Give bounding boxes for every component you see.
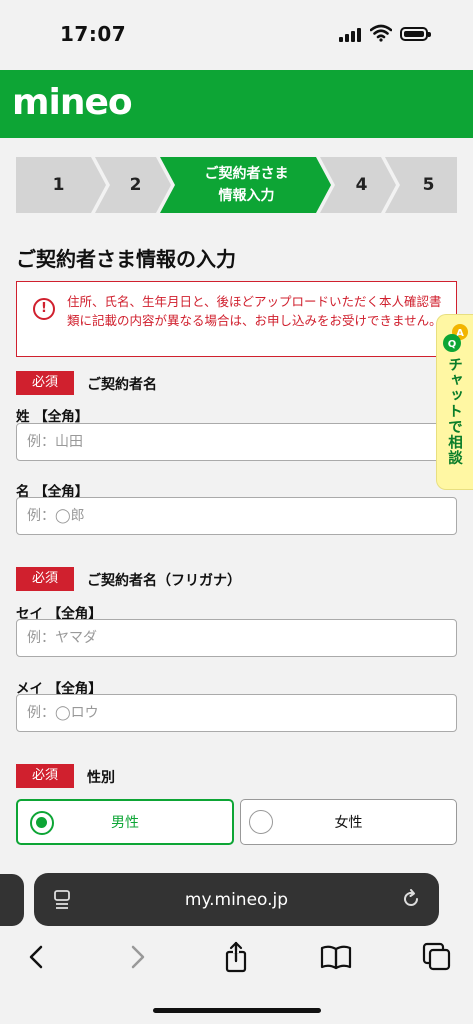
- gender-male-radio[interactable]: 男性: [16, 799, 234, 845]
- svg-text:Q: Q: [448, 339, 457, 350]
- gender-female-radio[interactable]: 女性: [240, 799, 457, 845]
- address-bar[interactable]: my.mineo.jp: [34, 873, 439, 926]
- step-3-line1: ご契約者さま: [204, 166, 289, 182]
- page-title: ご契約者さま情報の入力: [16, 247, 236, 271]
- alert-text: 住所、氏名、生年月日と、後ほどアップロードいただく本人確認書類に記載の内容が異な…: [67, 294, 442, 328]
- wifi-icon: [370, 24, 392, 42]
- qa-chat-icon: A Q: [443, 324, 468, 352]
- step-1: 1: [52, 175, 65, 195]
- progress-steps: 1 2 ご契約者さま 情報入力 4 5: [16, 157, 457, 213]
- bookmarks-icon[interactable]: [319, 940, 353, 974]
- previous-tab-peek[interactable]: [0, 874, 24, 926]
- step-4: 4: [355, 175, 368, 195]
- back-icon[interactable]: [20, 940, 54, 974]
- forward-icon[interactable]: [120, 940, 154, 974]
- gender-section-label: 性別: [87, 770, 115, 786]
- gender-male-label: 男性: [111, 815, 139, 831]
- cellular-signal-icon: [339, 26, 363, 42]
- status-time: 17:07: [60, 22, 127, 46]
- name-section-label: ご契約者名: [87, 377, 157, 393]
- reload-icon[interactable]: [401, 889, 421, 909]
- required-badge: 必須: [16, 764, 74, 788]
- kana-section-label: ご契約者名（フリガナ）: [87, 573, 241, 589]
- first-name-input[interactable]: [16, 497, 457, 535]
- last-name-input[interactable]: [16, 423, 457, 461]
- step-2: 2: [129, 175, 142, 195]
- warning-alert: ! 住所、氏名、生年月日と、後ほどアップロードいただく本人確認書類に記載の内容が…: [16, 281, 457, 357]
- chat-tab-label: チャットで相談: [446, 357, 462, 466]
- last-name-label: 姓 【全角】: [16, 409, 89, 425]
- step-3-active: ご契約者さま 情報入力: [174, 157, 319, 213]
- url-text: my.mineo.jp: [184, 889, 289, 910]
- gender-female-label: 女性: [334, 815, 363, 831]
- tabs-icon[interactable]: [420, 940, 454, 974]
- share-icon[interactable]: [219, 940, 253, 974]
- required-badge: 必須: [16, 371, 74, 395]
- last-name-kana-input[interactable]: [16, 619, 457, 657]
- home-indicator: [153, 1008, 321, 1013]
- required-badge: 必須: [16, 567, 74, 591]
- step-3-line2: 情報入力: [218, 188, 275, 204]
- step-5: 5: [422, 175, 435, 195]
- exclamation-circle-icon: !: [33, 298, 55, 320]
- chat-consult-tab[interactable]: A Q チャットで相談: [436, 314, 473, 490]
- battery-icon: [400, 27, 431, 41]
- first-name-kana-input[interactable]: [16, 694, 457, 732]
- mineo-logo[interactable]: mineo: [12, 82, 133, 123]
